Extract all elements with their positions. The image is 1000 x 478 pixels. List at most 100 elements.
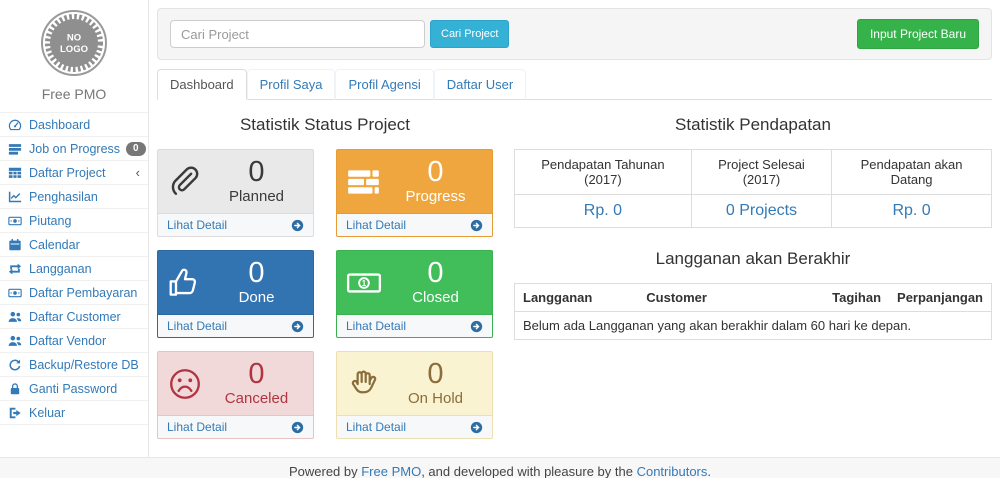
free-pmo-dashboard-page: NO LOGO Free PMO Dashboard Job on Progre… — [0, 0, 1000, 478]
contributors-link[interactable]: Contributors — [637, 464, 708, 478]
closed-count: 0 — [388, 258, 483, 288]
canceled-label: Canceled — [209, 390, 304, 408]
planned-label: Planned — [209, 188, 304, 206]
status-card-done: 0 Done Lihat Detail — [157, 250, 314, 338]
lihat-detail-link-done[interactable]: Lihat Detail — [158, 314, 313, 337]
sidebar-item-calendar[interactable]: Calendar — [0, 233, 148, 257]
tasks-icon — [346, 164, 388, 200]
planned-count: 0 — [209, 157, 304, 187]
arrow-circle-right-icon — [470, 219, 483, 232]
search-input[interactable] — [170, 20, 425, 48]
lock-icon — [8, 382, 23, 396]
job-count-badge: 0 — [126, 142, 146, 156]
status-cards: 0 Planned Lihat Detail — [157, 149, 493, 439]
subs-col-tagihan: Tagihan — [824, 284, 889, 312]
page-footer: Powered by Free PMO, and developed with … — [0, 457, 1000, 478]
hand-paper-icon — [346, 366, 388, 402]
done-label: Done — [209, 289, 304, 307]
sidebar-item-dashboard[interactable]: Dashboard — [0, 113, 148, 137]
sidebar-menu: Dashboard Job on Progress 0 Daftar Proje… — [0, 112, 148, 425]
tab-daftar-user[interactable]: Daftar User — [434, 69, 526, 100]
sidebar-item-ganti-password[interactable]: Ganti Password — [0, 377, 148, 401]
calendar-icon — [8, 238, 23, 252]
sidebar-item-langganan[interactable]: Langganan — [0, 257, 148, 281]
closed-label: Closed — [388, 289, 483, 307]
progress-label: Progress — [388, 188, 483, 206]
arrow-circle-right-icon — [291, 219, 304, 232]
tasks-icon — [8, 142, 23, 156]
svg-text:LOGO: LOGO — [60, 44, 88, 55]
income-section: Statistik Pendapatan Pendapatan Tahunan … — [493, 100, 992, 439]
users-icon — [8, 310, 23, 324]
tab-profil-saya[interactable]: Profil Saya — [247, 69, 336, 100]
project-selesai-value-link[interactable]: 0 Projects — [726, 202, 797, 219]
sidebar-item-piutang[interactable]: Piutang — [0, 209, 148, 233]
svg-text:1: 1 — [362, 278, 367, 287]
lihat-detail-link-progress[interactable]: Lihat Detail — [337, 213, 492, 236]
arrow-circle-right-icon — [470, 320, 483, 333]
arrow-circle-right-icon — [291, 421, 304, 434]
brand-name: Free PMO — [0, 86, 148, 102]
status-card-progress: 0 Progress Lihat Detail — [336, 149, 493, 237]
main-content: Cari Project Input Project Baru Dashboar… — [149, 0, 1000, 457]
sidebar-item-daftar-pembayaran[interactable]: Daftar Pembayaran — [0, 281, 148, 305]
thumbs-up-icon — [167, 265, 209, 301]
sidebar-item-penghasilan[interactable]: Penghasilan — [0, 185, 148, 209]
sidebar-item-keluar[interactable]: Keluar — [0, 401, 148, 425]
users-icon — [8, 334, 23, 348]
sidebar-item-daftar-customer[interactable]: Daftar Customer — [0, 305, 148, 329]
status-section: Statistik Status Project 0 Planned — [157, 100, 493, 439]
pendapatan-akan-datang-value-link[interactable]: Rp. 0 — [892, 202, 930, 219]
money-icon — [8, 286, 23, 300]
subs-col-customer: Customer — [638, 284, 824, 312]
done-count: 0 — [209, 258, 304, 288]
sidebar-item-label: Langganan — [29, 262, 140, 276]
tab-bar: Dashboard Profil Saya Profil Agensi Daft… — [157, 69, 992, 100]
income-col-header: Pendapatan Tahunan (2017) — [515, 150, 692, 195]
sign-out-icon — [8, 406, 23, 420]
lihat-detail-link-canceled[interactable]: Lihat Detail — [158, 415, 313, 438]
pendapatan-tahunan-value-link[interactable]: Rp. 0 — [584, 202, 622, 219]
lihat-detail-link-on-hold[interactable]: Lihat Detail — [337, 415, 492, 438]
money-icon — [8, 214, 23, 228]
arrow-circle-right-icon — [470, 421, 483, 434]
sidebar-item-label: Daftar Pembayaran — [29, 286, 140, 300]
sidebar-item-backup-restore-db[interactable]: Backup/Restore DB — [0, 353, 148, 377]
tab-profil-agensi[interactable]: Profil Agensi — [335, 69, 433, 100]
logo-area: NO LOGO Free PMO — [0, 0, 148, 112]
sidebar-item-label: Job on Progress — [29, 142, 120, 156]
subs-empty-message: Belum ada Langganan yang akan berakhir d… — [515, 312, 992, 340]
sidebar-item-daftar-vendor[interactable]: Daftar Vendor — [0, 329, 148, 353]
sidebar-item-label: Backup/Restore DB — [29, 358, 140, 372]
project-search-bar: Cari Project Input Project Baru — [157, 8, 992, 60]
free-pmo-link[interactable]: Free PMO — [361, 464, 421, 478]
chevron-left-icon: ‹ — [136, 166, 140, 179]
subs-col-langganan: Langganan — [515, 284, 639, 312]
status-card-closed: 1 0 Closed Lihat Detail — [336, 250, 493, 338]
sidebar-item-label: Dashboard — [29, 118, 140, 132]
income-col-header: Pendapatan akan Datang — [832, 150, 992, 195]
on-hold-count: 0 — [388, 359, 483, 389]
sidebar-item-label: Daftar Project — [29, 166, 130, 180]
income-section-title: Statistik Pendapatan — [514, 115, 992, 135]
lihat-detail-link-planned[interactable]: Lihat Detail — [158, 213, 313, 236]
sidebar-item-label: Piutang — [29, 214, 140, 228]
no-logo-seal-icon: NO LOGO — [39, 8, 109, 78]
progress-count: 0 — [388, 157, 483, 187]
canceled-count: 0 — [209, 359, 304, 389]
sidebar-item-daftar-project[interactable]: Daftar Project ‹ — [0, 161, 148, 185]
sidebar-item-label: Daftar Customer — [29, 310, 140, 324]
status-card-planned: 0 Planned Lihat Detail — [157, 149, 314, 237]
arrow-circle-right-icon — [291, 320, 304, 333]
lihat-detail-link-closed[interactable]: Lihat Detail — [337, 314, 492, 337]
subscription-table: Langganan Customer Tagihan Perpanjangan … — [514, 283, 992, 340]
input-project-baru-button[interactable]: Input Project Baru — [857, 19, 979, 49]
sidebar-item-job-on-progress[interactable]: Job on Progress 0 — [0, 137, 148, 161]
sidebar: NO LOGO Free PMO Dashboard Job on Progre… — [0, 0, 149, 457]
on-hold-label: On Hold — [388, 390, 483, 408]
sidebar-item-label: Calendar — [29, 238, 140, 252]
search-button[interactable]: Cari Project — [430, 20, 509, 48]
paperclip-icon — [167, 164, 209, 200]
tab-dashboard[interactable]: Dashboard — [157, 69, 247, 100]
sidebar-item-label: Penghasilan — [29, 190, 140, 204]
